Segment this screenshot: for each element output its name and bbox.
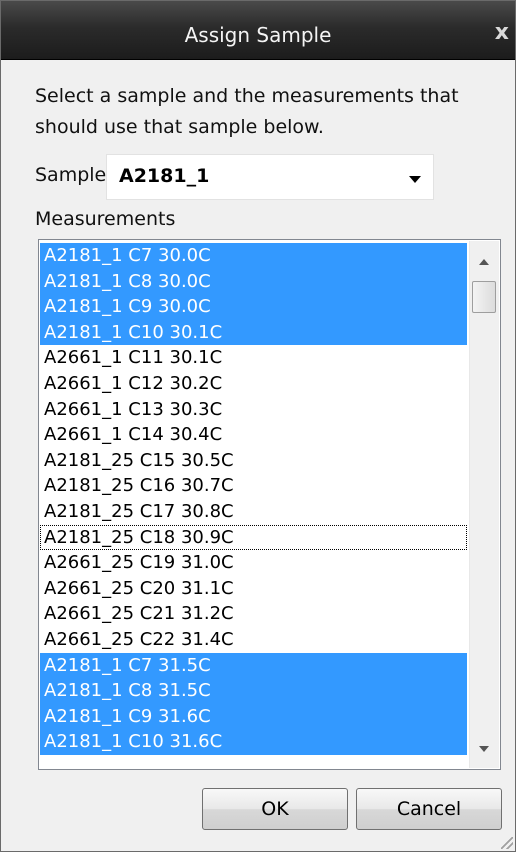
list-item[interactable]: A2661_1 C12 30.2C: [40, 371, 467, 397]
dialog-title: Assign Sample: [184, 23, 332, 47]
close-icon[interactable]: x: [495, 20, 509, 45]
instructions-line-2: should use that sample below.: [35, 116, 324, 138]
list-item[interactable]: A2181_1 C8 30.0C: [40, 268, 467, 295]
title-bar[interactable]: Assign Sample x: [1, 1, 515, 60]
list-item[interactable]: A2661_25 C20 31.1C: [40, 576, 467, 602]
list-item[interactable]: A2661_1 C11 30.1C: [40, 345, 467, 371]
scrollbar-thumb[interactable]: [472, 281, 496, 313]
vertical-scrollbar[interactable]: [469, 241, 499, 768]
list-item[interactable]: A2181_25 C16 30.7C: [40, 473, 467, 499]
measurements-listbox[interactable]: A2181_1 C7 30.0C A2181_1 C8 30.0C A2181_1 …: [38, 239, 501, 770]
sample-selected-value: A2181_1: [119, 165, 210, 187]
list-item[interactable]: A2181_1 C8 31.5C: [40, 678, 467, 704]
resize-grip-icon[interactable]: [501, 837, 513, 849]
measurements-label: Measurements: [35, 208, 176, 230]
list-item[interactable]: A2661_25 C22 31.4C: [40, 627, 467, 653]
list-item[interactable]: A2661_25 C19 31.0C: [40, 550, 467, 576]
list-item[interactable]: A2181_1 C9 31.6C: [40, 703, 467, 730]
scroll-down-icon[interactable]: [479, 746, 489, 752]
list-item[interactable]: A2661_25 C21 31.2C: [40, 601, 467, 627]
list-item[interactable]: A2181_1 C10 31.6C: [40, 729, 467, 755]
ok-button[interactable]: OK: [202, 788, 348, 830]
list-item[interactable]: A2181_1 C7 31.5C: [40, 652, 467, 679]
list-item[interactable]: A2661_1 C14 30.4C: [40, 422, 467, 448]
assign-sample-dialog: Assign Sample x Select a sample and the …: [0, 0, 516, 852]
instructions-text: Select a sample and the measurements tha…: [35, 81, 495, 143]
list-item[interactable]: A2181_25 C17 30.8C: [40, 499, 467, 525]
cancel-button[interactable]: Cancel: [356, 788, 502, 830]
measurements-list: A2181_1 C7 30.0C A2181_1 C8 30.0C A2181_1 …: [40, 243, 467, 755]
instructions-line-1: Select a sample and the measurements tha…: [35, 85, 459, 107]
scroll-up-icon[interactable]: [479, 259, 489, 265]
list-item[interactable]: A2181_25 C18 30.9C: [40, 524, 467, 551]
list-item[interactable]: A2181_25 C15 30.5C: [40, 448, 467, 474]
sample-dropdown[interactable]: A2181_1: [106, 154, 434, 200]
chevron-down-icon[interactable]: [409, 176, 421, 183]
list-item[interactable]: A2181_1 C7 30.0C: [40, 243, 467, 269]
list-item[interactable]: A2181_1 C9 30.0C: [40, 294, 467, 320]
list-item[interactable]: A2181_1 C10 30.1C: [40, 319, 467, 346]
list-item[interactable]: A2661_1 C13 30.3C: [40, 397, 467, 423]
sample-label: Sample: [35, 164, 107, 186]
